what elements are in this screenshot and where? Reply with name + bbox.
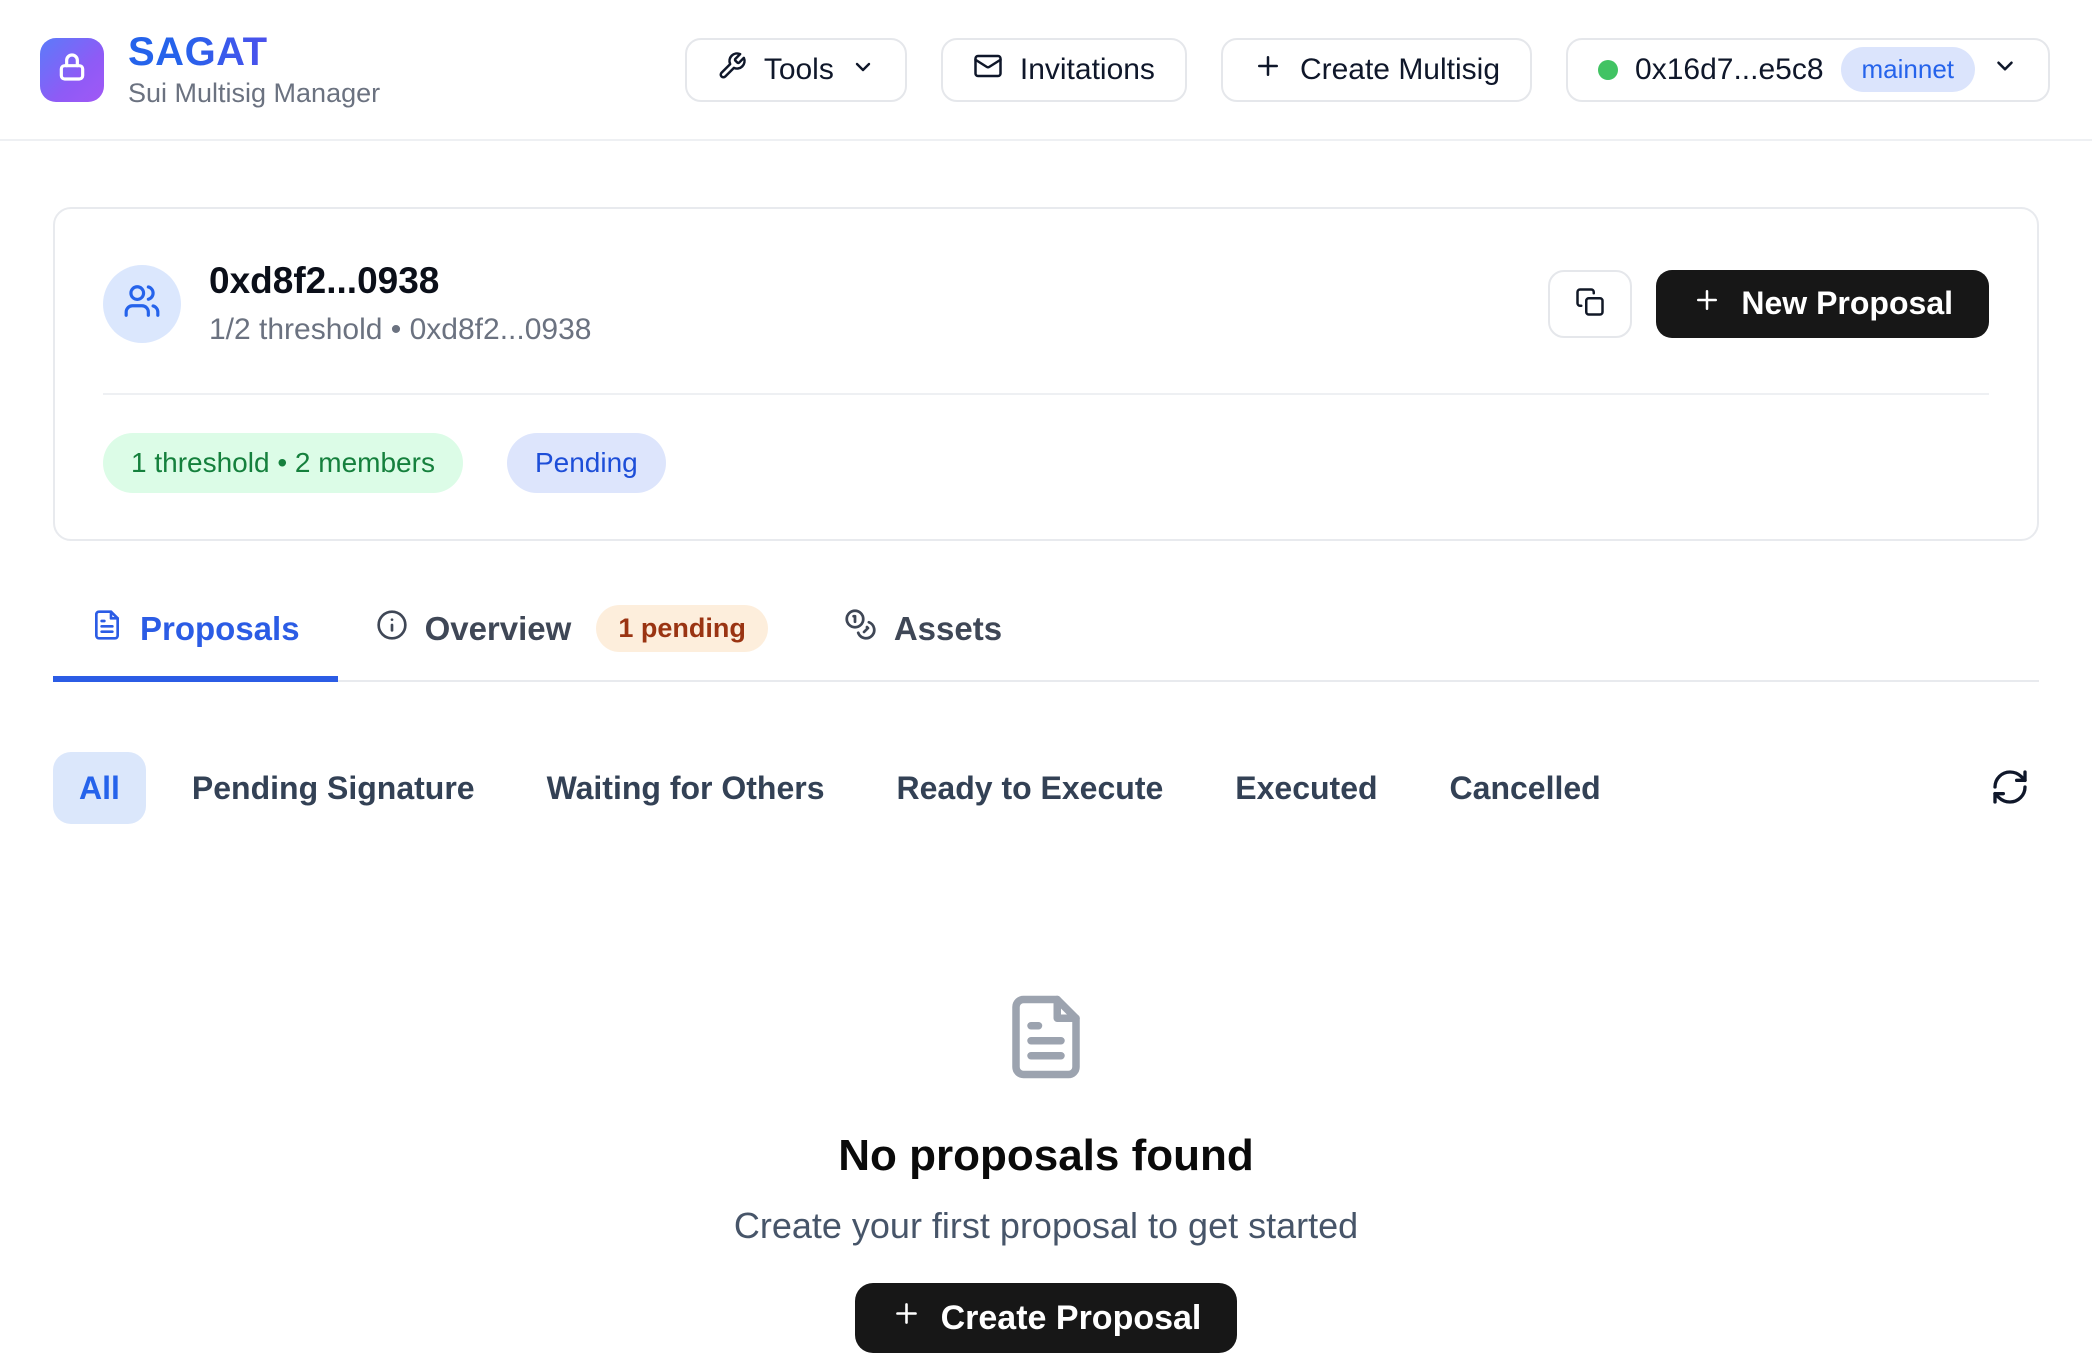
copy-address-button[interactable] <box>1548 270 1632 338</box>
document-icon <box>1001 992 1091 1087</box>
pending-count-badge: 1 pending <box>596 605 768 653</box>
main-content: 0xd8f2...0938 1/2 threshold • 0xd8f2...0… <box>0 207 2092 1353</box>
tab-bar: Proposals Overview 1 pending Assets <box>53 597 2039 683</box>
filter-pills: All Pending Signature Waiting for Others Re… <box>53 752 1627 824</box>
multisig-meta: 1/2 threshold • 0xd8f2...0938 <box>209 313 591 347</box>
members-badge: 1 threshold • 2 members <box>103 433 463 493</box>
filter-pill-ready-to-execute[interactable]: Ready to Execute <box>871 752 1190 824</box>
connection-status-dot <box>1598 60 1618 80</box>
tab-proposals-label: Proposals <box>140 610 300 648</box>
file-text-icon <box>91 609 123 649</box>
copy-icon <box>1575 287 1605 320</box>
new-proposal-button[interactable]: New Proposal <box>1656 270 1989 338</box>
wallet-address: 0x16d7...e5c8 <box>1635 53 1823 87</box>
info-icon <box>376 609 408 649</box>
avatar <box>103 265 181 343</box>
tools-button[interactable]: Tools <box>685 38 907 102</box>
app-subtitle: Sui Multisig Manager <box>128 78 380 109</box>
create-proposal-label: Create Proposal <box>941 1299 1202 1338</box>
network-badge: mainnet <box>1841 47 1976 92</box>
tab-overview-label: Overview <box>425 610 572 648</box>
wrench-icon <box>717 51 747 89</box>
tab-overview[interactable]: Overview 1 pending <box>338 597 806 681</box>
app-title: SAGAT <box>128 31 380 73</box>
empty-state-subtitle: Create your first proposal to get starte… <box>734 1205 1358 1247</box>
chevron-down-icon <box>851 53 875 87</box>
header-actions: Tools Invitations Create Multisig 0x16d7… <box>685 38 2050 102</box>
filter-pill-all[interactable]: All <box>53 752 146 824</box>
filter-pill-executed[interactable]: Executed <box>1209 752 1403 824</box>
empty-state-title: No proposals found <box>838 1131 1254 1181</box>
brand-text: SAGAT Sui Multisig Manager <box>128 31 380 109</box>
multisig-card-header: 0xd8f2...0938 1/2 threshold • 0xd8f2...0… <box>103 261 1989 347</box>
card-divider <box>103 393 1989 395</box>
brand: SAGAT Sui Multisig Manager <box>40 31 380 109</box>
new-proposal-label: New Proposal <box>1741 285 1953 322</box>
proposal-filters: All Pending Signature Waiting for Others Re… <box>53 752 2039 824</box>
filter-pill-pending-signature[interactable]: Pending Signature <box>166 752 501 824</box>
lock-icon <box>56 51 88 88</box>
chevron-down-icon <box>1992 53 2018 87</box>
multisig-badges: 1 threshold • 2 members Pending <box>103 433 1989 493</box>
plus-icon <box>891 1298 922 1338</box>
filter-pill-cancelled[interactable]: Cancelled <box>1424 752 1627 824</box>
tab-proposals[interactable]: Proposals <box>53 597 338 681</box>
create-multisig-label: Create Multisig <box>1300 53 1500 87</box>
tab-assets-label: Assets <box>894 610 1002 648</box>
wallet-selector[interactable]: 0x16d7...e5c8 mainnet <box>1566 38 2050 102</box>
app-logo[interactable] <box>40 38 104 102</box>
create-multisig-button[interactable]: Create Multisig <box>1221 38 1532 102</box>
multisig-titles: 0xd8f2...0938 1/2 threshold • 0xd8f2...0… <box>209 261 591 347</box>
users-icon <box>123 282 161 325</box>
plus-icon <box>1692 285 1722 323</box>
multisig-card: 0xd8f2...0938 1/2 threshold • 0xd8f2...0… <box>53 207 2039 541</box>
empty-state: No proposals found Create your first pro… <box>53 992 2039 1353</box>
create-proposal-button[interactable]: Create Proposal <box>855 1283 1238 1353</box>
coins-icon <box>844 608 877 649</box>
app-header: SAGAT Sui Multisig Manager Tools Invitat… <box>0 0 2092 141</box>
tools-label: Tools <box>764 53 834 87</box>
multisig-name: 0xd8f2...0938 <box>209 261 591 302</box>
tab-assets[interactable]: Assets <box>806 597 1040 681</box>
invitations-button[interactable]: Invitations <box>941 38 1187 102</box>
multisig-actions: New Proposal <box>1548 270 1989 338</box>
status-badge: Pending <box>507 433 666 493</box>
invitations-label: Invitations <box>1020 53 1155 87</box>
refresh-button[interactable] <box>1981 759 2039 817</box>
filter-pill-waiting-for-others[interactable]: Waiting for Others <box>521 752 851 824</box>
plus-icon <box>1253 51 1283 89</box>
refresh-icon <box>1990 767 2030 810</box>
mail-icon <box>973 51 1003 89</box>
